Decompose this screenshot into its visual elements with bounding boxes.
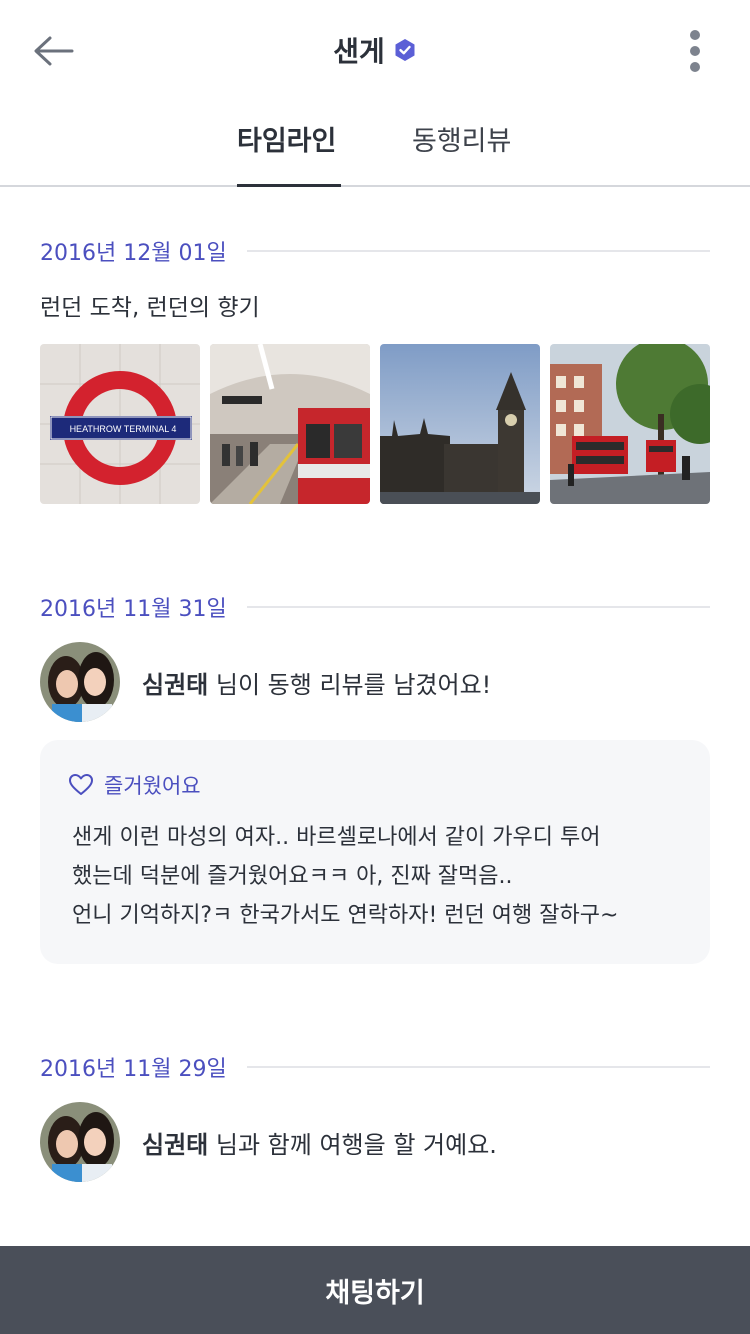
photo-london-street[interactable] xyxy=(550,344,710,504)
post-text: 런던 도착, 런던의 향기 xyxy=(40,295,260,321)
timeline-date-row: 2016년 12월 01일 xyxy=(40,236,710,266)
activity-action-text: 님이 동행 리뷰를 남겼어요! xyxy=(208,670,492,699)
date-divider xyxy=(246,606,710,608)
heart-outline-icon xyxy=(69,774,93,795)
activity-action-text: 님과 함께 여행을 할 거예요. xyxy=(208,1130,497,1159)
activity-row: 심권태 님과 함께 여행을 할 거예요. xyxy=(40,1102,497,1182)
review-card: 즐거웠어요 샌게 이런 마성의 여자.. 바르셀로나에서 같이 가우디 투어 했… xyxy=(40,740,710,964)
photo-big-ben[interactable] xyxy=(380,344,540,504)
avatar[interactable] xyxy=(40,1102,120,1182)
user-name-link[interactable]: 심권태 xyxy=(142,671,208,699)
photo-gallery: HEATHROW TERMINAL 4 xyxy=(40,344,710,504)
chat-button-label: 채팅하기 xyxy=(325,1277,425,1309)
timeline-date: 2016년 11월 29일 xyxy=(40,1057,227,1082)
review-line: 했는데 덕분에 즐거웠어요ㅋㅋ 아, 진짜 잘먹음.. xyxy=(72,864,513,889)
review-tag-label: 즐거웠어요 xyxy=(104,774,201,798)
date-divider xyxy=(246,1066,710,1068)
activity-row: 심권태 님이 동행 리뷰를 남겼어요! xyxy=(40,642,491,722)
user-name-link[interactable]: 심권태 xyxy=(142,1131,208,1159)
more-options-button[interactable] xyxy=(680,28,710,74)
app-header: 샌게 xyxy=(0,0,750,100)
more-vertical-icon xyxy=(690,30,700,72)
review-tag: 즐거웠어요 xyxy=(68,770,201,800)
review-body: 샌게 이런 마성의 여자.. 바르셀로나에서 같이 가우디 투어 했는데 덕분에… xyxy=(72,818,680,935)
date-divider xyxy=(246,250,710,252)
tab-timeline[interactable]: 타임라인 xyxy=(237,122,336,162)
timeline-date-row: 2016년 11월 29일 xyxy=(40,1052,710,1082)
activity-message: 심권태 님이 동행 리뷰를 남겼어요! xyxy=(142,665,491,700)
active-tab-indicator xyxy=(237,184,341,187)
timeline-date: 2016년 11월 31일 xyxy=(40,597,227,622)
activity-message: 심권태 님과 함께 여행을 할 거예요. xyxy=(142,1125,497,1160)
chat-button[interactable]: 채팅하기 xyxy=(0,1246,750,1334)
tab-companion-review[interactable]: 동행리뷰 xyxy=(412,122,511,162)
review-line: 샌게 이런 마성의 여자.. 바르셀로나에서 같이 가우디 투어 xyxy=(72,825,601,850)
review-line: 언니 기억하지?ㅋ 한국가서도 연락하자! 런던 여행 잘하구~ xyxy=(72,903,619,928)
profile-title: 샌게 xyxy=(333,35,385,68)
avatar[interactable] xyxy=(40,642,120,722)
timeline-date-row: 2016년 11월 31일 xyxy=(40,592,710,622)
photo-underground-train[interactable] xyxy=(210,344,370,504)
heathrow-sign-text: HEATHROW TERMINAL 4 xyxy=(70,424,177,434)
photo-heathrow-sign[interactable]: HEATHROW TERMINAL 4 xyxy=(40,344,200,504)
verified-badge-icon xyxy=(395,39,415,61)
tab-bar: 타임라인 동행리뷰 xyxy=(0,100,750,187)
timeline-date: 2016년 12월 01일 xyxy=(40,241,227,266)
